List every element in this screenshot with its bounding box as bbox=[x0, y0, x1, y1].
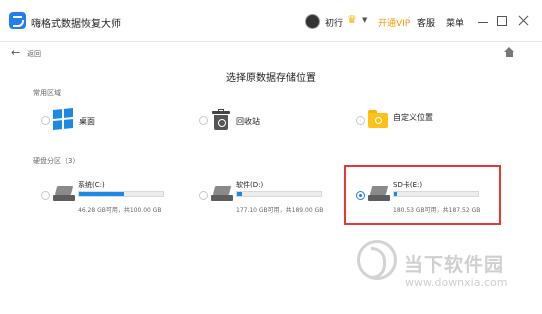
maximize-icon[interactable] bbox=[497, 16, 507, 26]
drive-d-radio[interactable] bbox=[199, 191, 208, 200]
drive-c-size: 46.28 GB可用，共100.00 GB bbox=[78, 207, 162, 214]
drive-c-usage-bar bbox=[78, 191, 164, 197]
minimize-icon[interactable] bbox=[478, 22, 488, 23]
recycle-bin-icon bbox=[212, 109, 230, 131]
drive-e-radio[interactable] bbox=[356, 191, 365, 200]
back-button[interactable]: 返回 bbox=[27, 49, 41, 59]
recycle-bin-label[interactable]: 回收站 bbox=[236, 116, 260, 127]
home-icon[interactable] bbox=[504, 47, 515, 57]
caret-down-icon[interactable]: ▼ bbox=[362, 17, 367, 24]
custom-location-label[interactable]: 自定义位置 bbox=[393, 112, 433, 123]
drive-c-radio[interactable] bbox=[41, 191, 50, 200]
watermark-text: 当下软件园 bbox=[404, 254, 505, 276]
drive-e-usage-fill bbox=[394, 192, 398, 196]
customer-service-link[interactable]: 客服 bbox=[417, 16, 435, 29]
watermark-logo-icon bbox=[357, 240, 397, 280]
drive-e-label[interactable]: SD卡(E:) bbox=[393, 180, 422, 190]
user-name[interactable]: 初行 bbox=[325, 16, 343, 29]
drive-e-usage-bar bbox=[393, 191, 479, 197]
windows-logo-icon bbox=[53, 107, 73, 131]
app-logo-icon bbox=[9, 12, 26, 29]
custom-location-radio[interactable] bbox=[356, 116, 365, 125]
recycle-bin-radio[interactable] bbox=[199, 116, 208, 125]
folder-icon bbox=[368, 110, 388, 128]
drive-c-label[interactable]: 系统(C:) bbox=[78, 180, 105, 190]
crown-icon: ♛ bbox=[347, 13, 357, 26]
hard-drive-icon bbox=[368, 186, 390, 202]
close-icon[interactable] bbox=[517, 14, 530, 27]
menu-link[interactable]: 菜单 bbox=[446, 16, 464, 29]
page-title: 选择原数据存储位置 bbox=[226, 73, 316, 84]
disk-partitions-heading: 硬盘分区（3） bbox=[33, 157, 80, 165]
drive-d-usage-bar bbox=[236, 191, 322, 197]
drive-d-usage-fill bbox=[237, 192, 243, 196]
common-locations-heading: 常用区域 bbox=[33, 89, 61, 97]
drive-e-size: 180.53 GB可用，共187.52 GB bbox=[393, 207, 481, 214]
app-title: 嗨格式数据恢复大师 bbox=[31, 19, 121, 30]
back-arrow-icon[interactable]: ← bbox=[11, 46, 20, 59]
desktop-label[interactable]: 桌面 bbox=[79, 116, 95, 127]
watermark-url: www.downxia.com bbox=[405, 276, 508, 289]
desktop-radio[interactable] bbox=[41, 116, 50, 125]
drive-d-size: 177.10 GB可用，共189.00 GB bbox=[236, 207, 324, 214]
title-bar: 嗨格式数据恢复大师 初行 ♛ ▼ 开通VIP 客服 菜单 bbox=[0, 0, 542, 42]
open-vip-link[interactable]: 开通VIP bbox=[378, 16, 410, 29]
hard-drive-icon bbox=[53, 186, 75, 202]
hard-drive-icon bbox=[211, 186, 233, 202]
drive-d-label[interactable]: 软件(D:) bbox=[236, 180, 263, 190]
avatar[interactable] bbox=[305, 14, 320, 29]
drive-c-usage-fill bbox=[79, 192, 125, 196]
